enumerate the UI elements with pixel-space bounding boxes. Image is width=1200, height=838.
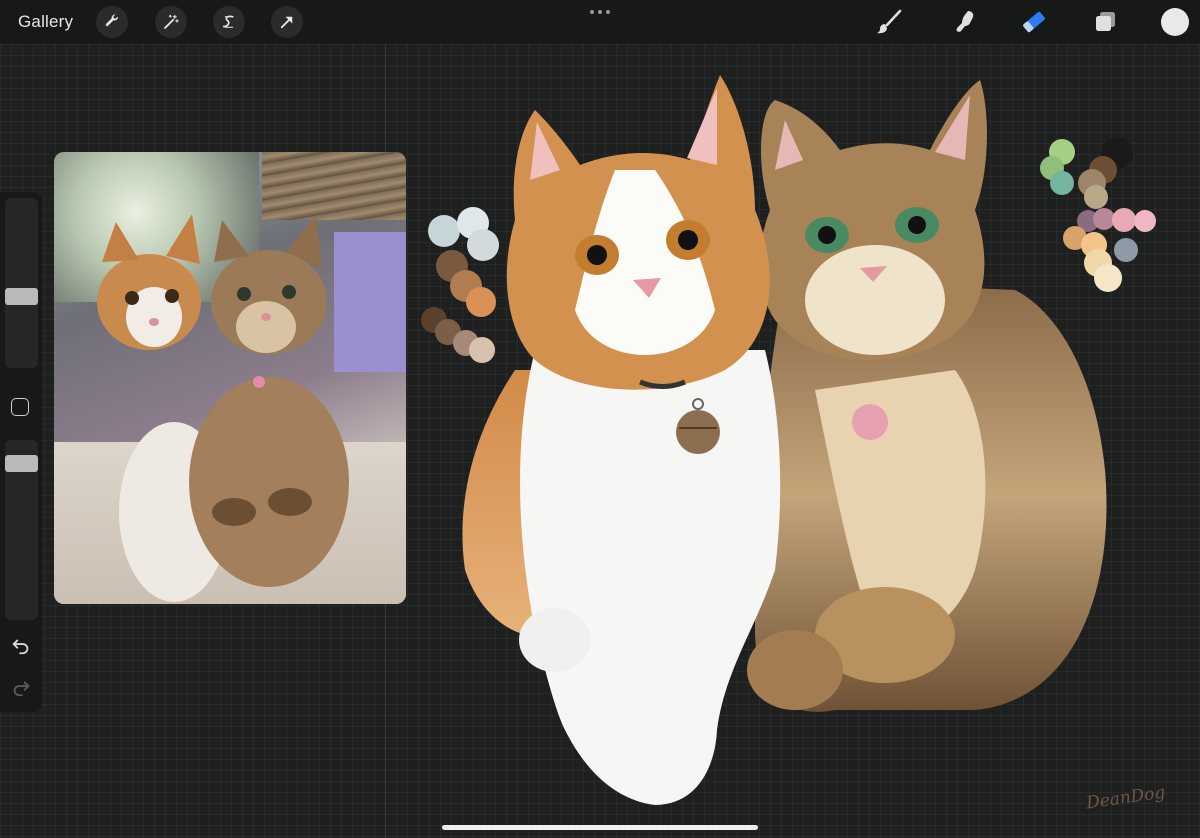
opacity-handle[interactable] [5, 455, 38, 472]
layers-icon [1096, 12, 1115, 31]
color-picker-button[interactable] [1161, 8, 1189, 36]
selection-icon [222, 15, 234, 28]
gallery-button[interactable]: Gallery [18, 12, 73, 32]
dot-icon [598, 10, 602, 14]
palette-swatch[interactable] [1134, 210, 1156, 232]
brush-size-slider[interactable] [5, 198, 38, 368]
magic-wand-icon [164, 14, 179, 29]
opacity-slider[interactable] [5, 440, 38, 620]
brush-size-handle[interactable] [5, 288, 38, 305]
dot-icon [606, 10, 610, 14]
actions-button[interactable] [96, 6, 128, 38]
transform-button[interactable] [271, 6, 303, 38]
brush-tool-button[interactable] [874, 7, 904, 37]
adjustments-button[interactable] [155, 6, 187, 38]
reference-cats [97, 214, 349, 602]
layers-button[interactable] [1091, 7, 1121, 37]
more-options-button[interactable] [586, 6, 614, 18]
left-sidebar [0, 192, 42, 712]
dot-icon [590, 10, 594, 14]
modify-button[interactable] [11, 398, 29, 416]
transform-arrow-icon [280, 16, 293, 29]
brush-icon [877, 9, 902, 34]
undo-icon[interactable] [10, 634, 32, 656]
selection-button[interactable] [213, 6, 245, 38]
reference-photo[interactable] [54, 152, 406, 604]
smudge-tool-button[interactable] [950, 7, 980, 37]
eraser-icon [1023, 11, 1045, 33]
redo-icon[interactable] [10, 676, 32, 698]
home-indicator[interactable] [442, 825, 758, 830]
wrench-icon [105, 14, 118, 27]
top-toolbar: Gallery [0, 0, 1200, 44]
smudge-icon [956, 11, 974, 32]
cat-illustration[interactable] [455, 70, 1135, 810]
eraser-tool-button[interactable] [1019, 7, 1049, 37]
